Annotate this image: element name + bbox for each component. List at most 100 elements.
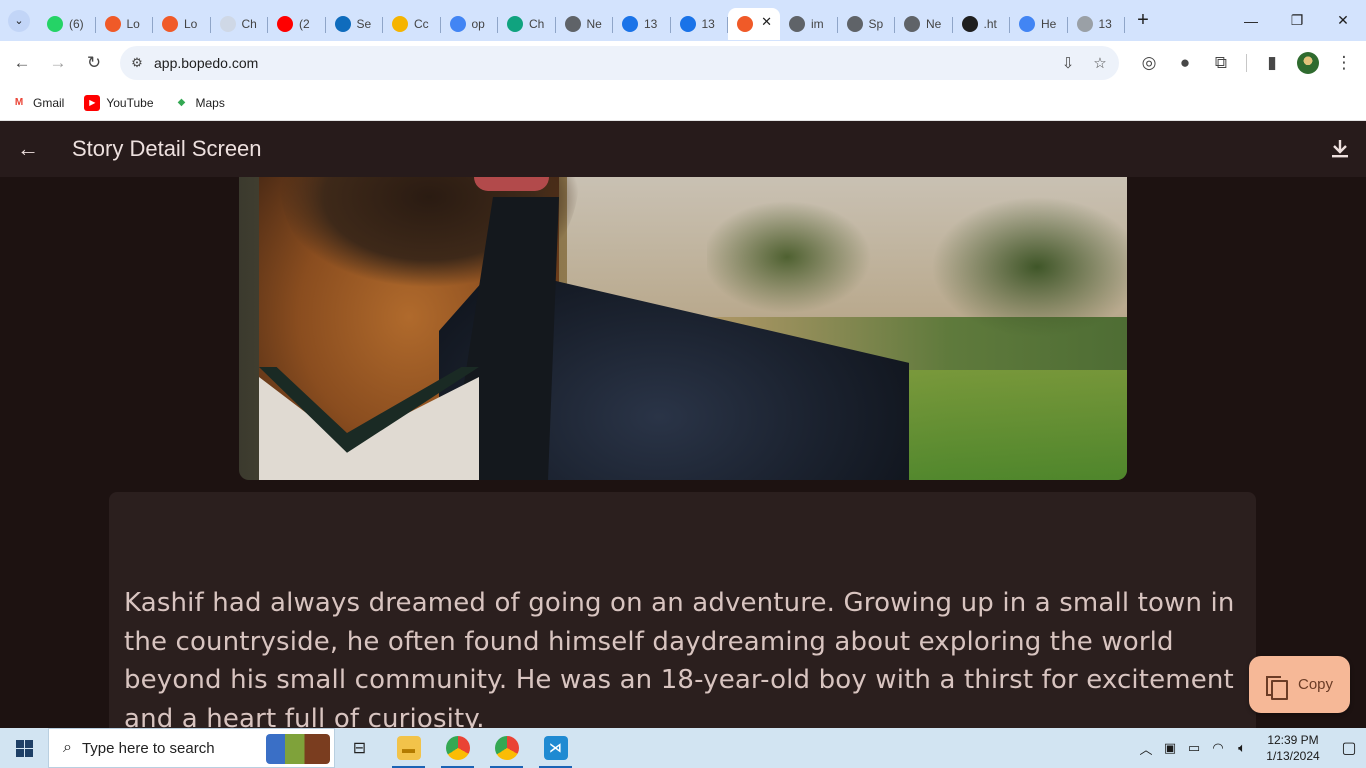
tab-label: Lo (126, 17, 140, 31)
close-window-button[interactable]: ✕ (1320, 0, 1366, 41)
browser-tab[interactable]: 13 (1068, 8, 1126, 40)
task-view-button[interactable]: ⊟ (335, 728, 384, 768)
globe-icon (846, 16, 863, 32)
tab-label: 13 (1098, 17, 1112, 31)
browser-tab[interactable]: Lo (153, 8, 211, 40)
clock-time: 12:39 PM (1267, 733, 1319, 747)
tab-label: Se (356, 17, 372, 31)
browser-tab[interactable]: (2 (268, 8, 326, 40)
file-explorer-button[interactable]: ▬ (384, 728, 433, 768)
clock[interactable]: 12:39 PM 1/13/2024 (1260, 732, 1326, 764)
chrome-button[interactable] (433, 728, 482, 768)
extension-1-button[interactable]: ◎ (1131, 45, 1167, 81)
browser-tab[interactable]: 13 (671, 8, 729, 40)
youtube-icon (277, 16, 293, 32)
battery-icon[interactable]: ▭ (1182, 740, 1206, 756)
app-bar: ← Story Detail Screen (0, 121, 1366, 177)
menu-button[interactable]: ⋮ (1326, 45, 1362, 81)
browser-tab[interactable]: Sp (838, 8, 896, 40)
globe-icon (904, 16, 920, 32)
browser-tab[interactable]: Ne (556, 8, 614, 40)
tab-list: (6) Lo Lo Ch (2 Se Cc op Ch Ne 13 13 ✕ im Sp Ne .ht He 13 (38, 0, 1125, 41)
profile-button[interactable] (1290, 45, 1326, 81)
maps-icon: ◆ (177, 97, 186, 108)
bookmark-star-icon[interactable]: ☆ (1089, 54, 1111, 72)
wifi-icon[interactable]: ◠ (1206, 740, 1230, 756)
close-tab-icon[interactable]: ✕ (761, 14, 772, 30)
notification-icon[interactable]: ▢ (1332, 738, 1366, 758)
google-icon (1019, 16, 1035, 32)
reload-icon: ↻ (86, 53, 102, 72)
extension-circle-icon: ◎ (1141, 53, 1157, 72)
volume-icon[interactable]: 🔈︎ (1230, 740, 1254, 756)
url-text[interactable]: app.bopedo.com (154, 55, 258, 71)
bookmark-youtube[interactable]: ▶ YouTube (84, 94, 154, 111)
forward-button[interactable]: → (40, 45, 76, 81)
browser-tab[interactable]: ✕ (728, 8, 780, 40)
bopedo-icon (737, 16, 753, 32)
chatgpt-icon (507, 16, 523, 32)
app-back-button[interactable]: ← (0, 121, 56, 177)
story-text: Kashif had always dreamed of going on an… (124, 588, 1235, 728)
chevron-up-icon[interactable]: ︿ (1134, 739, 1158, 758)
avatar (1297, 52, 1319, 74)
tab-label: (6) (69, 17, 84, 31)
browser-tab[interactable]: (6) (38, 8, 96, 40)
browser-tab[interactable]: Ne (895, 8, 953, 40)
blue-dot-icon (679, 16, 696, 32)
browser-tab[interactable]: im (780, 8, 838, 40)
tab-label: Ne (586, 17, 602, 31)
start-button[interactable] (0, 728, 48, 768)
bopedo-icon (104, 16, 121, 32)
browser-tab[interactable]: Ch (211, 8, 269, 40)
search-highlight-icon[interactable] (266, 734, 330, 764)
bookmarks-bar: M Gmail ▶ YouTube ◆ Maps (0, 85, 1366, 121)
chrome-icon (445, 736, 470, 760)
tab-label: (2 (299, 17, 310, 31)
search-icon: ⌕ (63, 739, 72, 756)
reload-button[interactable]: ↻ (76, 45, 112, 81)
restore-button[interactable]: ❐ (1274, 0, 1320, 41)
meet-now-icon[interactable]: ▣ (1158, 740, 1182, 756)
bookmark-gmail[interactable]: M Gmail (11, 95, 65, 111)
extension-2-button[interactable]: ● (1167, 45, 1203, 81)
puzzle-icon: ⧉ (1214, 53, 1228, 72)
clock-date: 1/13/2024 (1266, 749, 1320, 763)
browser-tab[interactable]: 13 (613, 8, 671, 40)
copy-button[interactable]: Copy (1249, 656, 1350, 713)
arrow-left-icon: ← (17, 136, 39, 161)
bookmark-maps[interactable]: ◆ Maps (174, 95, 225, 111)
tab-label: Lo (184, 17, 198, 31)
tab-label: im (811, 17, 824, 31)
bookmark-label: YouTube (106, 95, 154, 110)
tab-search-button[interactable]: ⌄ (0, 0, 38, 41)
blue-dot-icon (622, 16, 638, 32)
extensions-button[interactable]: ⧉ (1203, 45, 1239, 81)
install-app-icon[interactable]: ⇩ (1057, 54, 1079, 72)
browser-tab[interactable]: op (441, 8, 499, 40)
google-icon (449, 16, 466, 32)
vscode-button[interactable]: ⋊ (531, 728, 580, 768)
browser-tab[interactable]: Se (326, 8, 384, 40)
github-icon (961, 16, 978, 32)
browser-tab[interactable]: .ht (953, 8, 1011, 40)
browser-tab[interactable]: Ch (498, 8, 556, 40)
folder-icon: ▬ (396, 736, 421, 760)
kebab-menu-icon: ⋮ (1335, 53, 1353, 72)
minimize-button[interactable]: — (1228, 0, 1274, 41)
arrow-left-icon: ← (13, 53, 31, 72)
browser-tab[interactable]: He (1010, 8, 1068, 40)
taskbar-search[interactable]: ⌕ Type here to search (48, 728, 335, 768)
site-info-icon[interactable]: ⚙ (120, 55, 154, 71)
side-panel-button[interactable]: ▮ (1254, 45, 1290, 81)
tab-label: Cc (414, 17, 429, 31)
download-icon[interactable] (1328, 137, 1352, 161)
arrow-right-icon: → (49, 53, 67, 72)
chrome-profile-button[interactable] (482, 728, 531, 768)
back-button[interactable]: ← (4, 45, 40, 81)
browser-tab[interactable]: Lo (96, 8, 154, 40)
address-bar[interactable]: ⚙ app.bopedo.com ⇩ ☆ (120, 46, 1119, 80)
new-tab-button[interactable]: + (1125, 0, 1161, 41)
browser-tab[interactable]: Cc (383, 8, 441, 40)
bookmark-label: Gmail (33, 95, 65, 110)
